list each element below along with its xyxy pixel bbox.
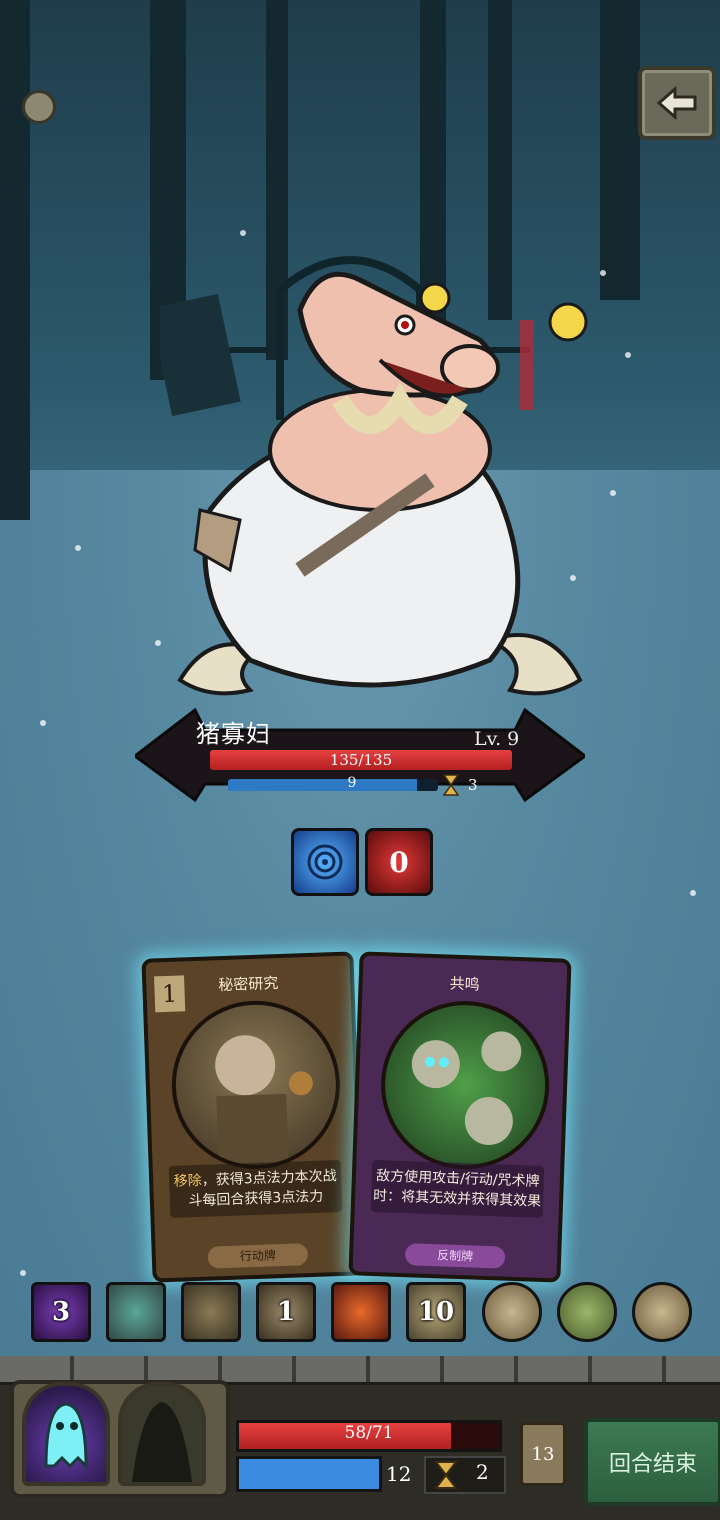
end-turn-button[interactable]: 回合结束 <box>584 1418 720 1506</box>
shield-face-icon <box>307 844 343 880</box>
reaper-icon <box>132 1402 192 1482</box>
reaper-hero-portrait[interactable] <box>118 1382 206 1486</box>
deck-item-clock-icon[interactable] <box>482 1282 542 1342</box>
card-description: 移除，获得3点法力本次战斗每回合获得3点法力 <box>168 1159 343 1218</box>
card-type: 反制牌 <box>404 1243 506 1269</box>
boss-status-rage[interactable]: 0 <box>365 828 433 896</box>
snowflake <box>75 545 81 551</box>
tree-trunk <box>600 0 640 300</box>
snowflake <box>610 490 616 496</box>
deck-item-lantern-icon[interactable] <box>557 1282 617 1342</box>
skulls-art-icon <box>378 998 552 1173</box>
card-description: 敌方使用攻击/行动/咒术牌时：将其无效并获得其效果 <box>370 1159 545 1218</box>
boss-status-shield-face-icon[interactable] <box>291 828 359 896</box>
card-type: 行动牌 <box>207 1243 309 1269</box>
boss-name: 猪寡妇 <box>196 720 271 748</box>
snowflake <box>40 720 46 726</box>
deck-item-old-man-icon[interactable]: 1 <box>256 1282 316 1342</box>
snowflake <box>690 890 696 896</box>
ghost-icon <box>44 1402 88 1470</box>
deck-item-gravedigger-icon[interactable] <box>181 1282 241 1342</box>
player-turn-box <box>424 1456 506 1494</box>
arrow-left-icon <box>656 85 697 121</box>
player-mana-bar <box>236 1456 382 1492</box>
card-secret-research[interactable]: 1 秘密研究 移除，获得3点法力本次战斗每回合获得3点法力 行动牌 <box>141 951 365 1283</box>
snowflake <box>20 1270 26 1276</box>
player-mana: 12 <box>386 1462 412 1486</box>
deck-item-zombie-icon[interactable] <box>106 1282 166 1342</box>
hourglass-icon <box>434 1461 458 1489</box>
settings-coin-icon[interactable] <box>22 90 56 124</box>
deck-item-scythe-icon[interactable]: 3 <box>31 1282 91 1342</box>
tree-trunk <box>0 0 30 520</box>
player-turns: 2 <box>476 1460 489 1484</box>
card-title: 秘密研究 <box>218 974 279 995</box>
snowflake <box>625 352 631 358</box>
old-scholar-icon <box>215 1035 313 1167</box>
hourglass-icon <box>442 774 460 796</box>
back-button[interactable] <box>638 66 716 140</box>
deck-item-wind-icon[interactable] <box>632 1282 692 1342</box>
draw-pile[interactable]: 13 <box>520 1422 566 1486</box>
deck-item-coin-icon[interactable]: 10 <box>406 1282 466 1342</box>
boss-turns: 3 <box>468 776 478 794</box>
snowflake <box>155 640 161 646</box>
snowflake <box>240 230 246 236</box>
boss-hp-text: 135/135 <box>329 751 393 769</box>
player-hp-text: 58/71 <box>344 1423 394 1443</box>
snowflake <box>600 270 606 276</box>
old-scholar-art-icon <box>169 997 343 1172</box>
card-resonance[interactable]: 共鸣 敌方使用攻击/行动/咒术牌时：将其无效并获得其效果 反制牌 <box>348 951 572 1283</box>
deck-item-skull-orb-icon[interactable] <box>331 1282 391 1342</box>
player-mana-fill <box>239 1459 379 1489</box>
card-title: 共鸣 <box>449 974 480 994</box>
pig-widow-boss-icon[interactable] <box>170 250 590 710</box>
boss-level: Lv. 9 <box>474 728 520 750</box>
rage-value: 0 <box>389 845 409 879</box>
green-skulls-icon <box>411 1031 522 1146</box>
ghost-hero-portrait[interactable] <box>22 1382 110 1486</box>
